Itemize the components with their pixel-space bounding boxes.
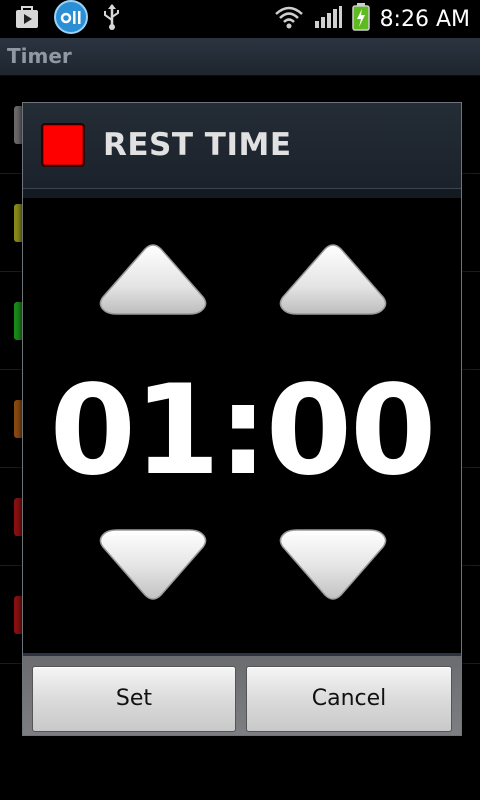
set-button[interactable]: Set [32, 666, 236, 732]
dialog-title: REST TIME [103, 127, 292, 163]
clock: 8:26 AM [379, 6, 470, 32]
app-title: Timer [7, 44, 72, 68]
app-title-bar: Timer [0, 38, 480, 76]
app-circle-icon [54, 0, 88, 38]
minutes-decrement-button[interactable] [97, 527, 209, 603]
minutes-increment-button[interactable] [97, 241, 209, 317]
dialog-footer: Set Cancel [23, 653, 461, 735]
wifi-icon [274, 5, 304, 33]
chevron-down-icon [99, 529, 207, 600]
seconds-decrement-button[interactable] [277, 527, 389, 603]
play-store-icon [14, 4, 40, 34]
cancel-button[interactable]: Cancel [246, 666, 452, 732]
timer-color-indicator[interactable] [41, 123, 85, 167]
time-picker: 01:00 [23, 199, 461, 653]
chevron-down-icon [279, 529, 387, 600]
rest-time-dialog: REST TIME 01:00 Set Cancel [22, 102, 462, 736]
chevron-up-icon [99, 244, 207, 315]
seconds-increment-button[interactable] [277, 241, 389, 317]
usb-icon [102, 3, 122, 35]
signal-icon [314, 5, 342, 33]
status-bar: 8:26 AM [0, 0, 480, 38]
time-display: 01:00 [49, 359, 437, 503]
battery-charging-icon [351, 3, 370, 35]
dialog-header: REST TIME [23, 103, 461, 198]
chevron-up-icon [279, 244, 387, 315]
